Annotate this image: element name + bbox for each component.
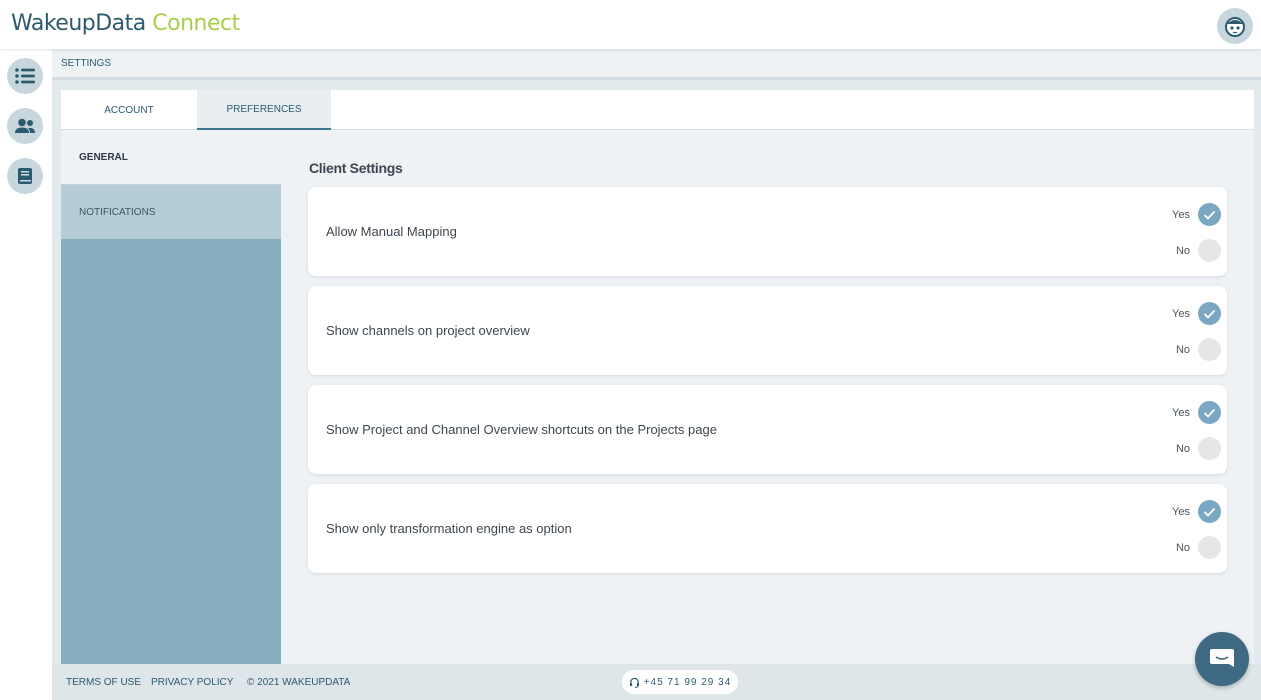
copyright-text: © 2021 WAKEUPDATA (247, 677, 351, 688)
option-no[interactable]: No (1168, 338, 1221, 361)
chat-launcher-button[interactable] (1195, 632, 1249, 686)
subnav-item-general[interactable]: GENERAL (61, 130, 281, 185)
check-icon (1203, 309, 1216, 319)
radio-selected[interactable] (1198, 401, 1221, 424)
breadcrumb-label: SETTINGS (61, 58, 112, 69)
option-yes[interactable]: Yes (1168, 500, 1221, 523)
option-no-label: No (1175, 343, 1190, 356)
nav-docs-button[interactable] (7, 158, 43, 194)
setting-label: Show channels on project overview (326, 323, 530, 338)
footer: TERMS OF USE PRIVACY POLICY © 2021 WAKEU… (52, 664, 1261, 700)
radio-unselected[interactable] (1198, 239, 1221, 262)
nav-users-button[interactable] (7, 108, 43, 144)
option-yes[interactable]: Yes (1168, 302, 1221, 325)
option-yes-label: Yes (1172, 208, 1190, 221)
section-title: Client Settings (309, 160, 403, 176)
radio-unselected[interactable] (1198, 536, 1221, 559)
option-no-label: No (1175, 541, 1190, 554)
book-icon (18, 168, 32, 184)
nav-list-button[interactable] (7, 58, 43, 94)
logo-text-primary: WakeupData (11, 11, 146, 36)
setting-card: Allow Manual Mapping Yes No (308, 187, 1227, 276)
tab-account[interactable]: ACCOUNT (61, 90, 197, 130)
settings-panel: ACCOUNT PREFERENCES GENERAL NOTIFICATION… (61, 90, 1254, 664)
support-phone[interactable]: +45 71 99 29 34 (622, 670, 738, 694)
option-yes-label: Yes (1172, 406, 1190, 419)
headset-icon (629, 677, 639, 688)
users-icon (15, 118, 35, 133)
left-nav-rail (0, 49, 52, 700)
top-bar: WakeupData Connect (0, 0, 1261, 49)
preferences-subnav: GENERAL NOTIFICATIONS (61, 130, 281, 664)
radio-unselected[interactable] (1198, 437, 1221, 460)
list-icon (15, 68, 35, 84)
check-icon (1203, 408, 1216, 418)
check-icon (1203, 507, 1216, 517)
robot-face-icon (1225, 17, 1245, 37)
setting-label: Allow Manual Mapping (326, 224, 457, 239)
breadcrumb: SETTINGS (52, 49, 1261, 80)
app-logo[interactable]: WakeupData Connect (11, 11, 240, 36)
privacy-link[interactable]: PRIVACY POLICY (151, 677, 233, 688)
check-icon (1203, 210, 1216, 220)
option-no[interactable]: No (1168, 536, 1221, 559)
option-no-label: No (1175, 244, 1190, 257)
option-yes-label: Yes (1172, 505, 1190, 518)
option-no[interactable]: No (1168, 437, 1221, 460)
user-avatar[interactable] (1217, 8, 1253, 44)
logo-text-secondary: Connect (152, 11, 240, 36)
option-yes-label: Yes (1172, 307, 1190, 320)
settings-tabs: ACCOUNT PREFERENCES (61, 90, 1254, 130)
tab-preferences[interactable]: PREFERENCES (197, 90, 331, 130)
radio-selected[interactable] (1198, 500, 1221, 523)
subnav-item-notifications[interactable]: NOTIFICATIONS (61, 185, 281, 239)
option-yes[interactable]: Yes (1168, 203, 1221, 226)
setting-label: Show only transformation engine as optio… (326, 521, 572, 536)
setting-card: Show channels on project overview Yes No (308, 286, 1227, 375)
setting-label: Show Project and Channel Overview shortc… (326, 422, 717, 437)
setting-card: Show only transformation engine as optio… (308, 484, 1227, 573)
option-yes[interactable]: Yes (1168, 401, 1221, 424)
chat-bubble-icon (1210, 649, 1234, 667)
option-no-label: No (1175, 442, 1190, 455)
radio-selected[interactable] (1198, 302, 1221, 325)
terms-link[interactable]: TERMS OF USE (66, 677, 141, 688)
support-phone-number: +45 71 99 29 34 (643, 676, 732, 688)
radio-unselected[interactable] (1198, 338, 1221, 361)
option-no[interactable]: No (1168, 239, 1221, 262)
setting-card: Show Project and Channel Overview shortc… (308, 385, 1227, 474)
radio-selected[interactable] (1198, 203, 1221, 226)
